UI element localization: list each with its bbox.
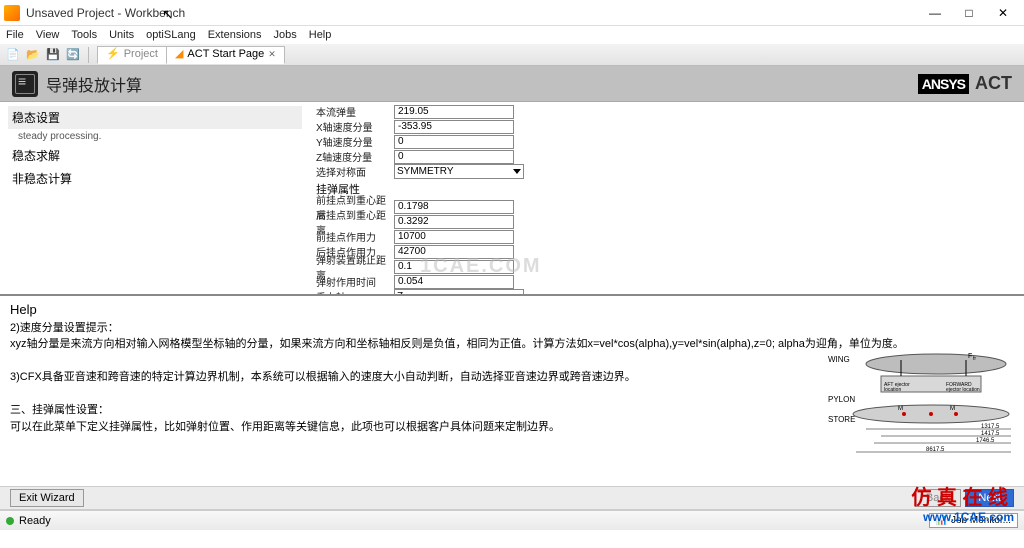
menubar: File View Tools Units optiSLang Extensio… — [0, 26, 1024, 44]
lbl-gravity-axis: 重力轴 — [316, 289, 394, 294]
close-button[interactable]: ✕ — [986, 2, 1020, 24]
lbl-front-force: 前挂点作用力 — [316, 229, 394, 244]
site-cn: 仿 真 在 线 — [911, 487, 1008, 509]
inp-vy[interactable] — [394, 135, 514, 149]
diag-wing-label: WING — [828, 355, 850, 364]
menu-extensions[interactable]: Extensions — [208, 29, 262, 41]
statusbar: Ready 📊 Job Monitor... — [0, 510, 1024, 530]
status-dot-icon — [6, 517, 14, 525]
page-title: 导弹投放计算 — [46, 72, 918, 96]
status-ready: Ready — [19, 515, 51, 527]
inp-vz[interactable] — [394, 150, 514, 164]
main-content: 稳态设置 steady processing. 稳态求解 非稳态计算 本流弹量 … — [0, 102, 1024, 296]
nav-steady-solve[interactable]: 稳态求解 — [8, 144, 302, 167]
svg-text:location: location — [884, 387, 901, 393]
menu-file[interactable]: File — [6, 29, 24, 41]
menu-view[interactable]: View — [36, 29, 60, 41]
diag-pylon-label: PYLON — [828, 395, 855, 404]
tab-act-label: ACT Start Page — [187, 47, 264, 62]
svg-text:M: M — [950, 406, 955, 412]
nav-steady-sub: steady processing. — [8, 129, 302, 144]
lbl-vy: Y轴速度分量 — [316, 134, 394, 149]
diag-store-label: STORE — [828, 415, 855, 424]
left-nav: 稳态设置 steady processing. 稳态求解 非稳态计算 — [0, 102, 310, 294]
lbl-vz: Z轴速度分量 — [316, 149, 394, 164]
chevron-down-icon — [513, 169, 521, 174]
inp-vx[interactable] — [394, 120, 514, 134]
menu-units[interactable]: Units — [109, 29, 134, 41]
brand: ANSYS ACT — [918, 73, 1012, 94]
svg-text:M: M — [898, 406, 903, 412]
tab-project-icon: ⚡ — [106, 47, 120, 62]
help-panel: Help 2)速度分量设置提示： xyz轴分量是来流方向相对输入网格模型坐标轴的… — [0, 296, 1024, 486]
sel-gravity-axis[interactable]: Z — [394, 289, 524, 294]
toolbar: 📄 📂 💾 🔄 ⚡ Project ◢ ACT Start Page ✕ — [0, 44, 1024, 66]
window-title: Unsaved Project - Workbench — [26, 6, 918, 20]
nav-unsteady-calc[interactable]: 非稳态计算 — [8, 167, 302, 190]
inp-eject-time[interactable] — [394, 275, 514, 289]
site-url: www.1CAE.com — [911, 510, 1014, 524]
calculator-icon — [12, 71, 38, 97]
inp-front-dist[interactable] — [394, 200, 514, 214]
wizard-footer: Exit Wizard Back Next — [0, 486, 1024, 510]
inp-rear-force[interactable] — [394, 245, 514, 259]
app-header: 导弹投放计算 ANSYS ACT — [0, 66, 1024, 102]
svg-text:F: F — [968, 353, 972, 360]
nav-steady-settings[interactable]: 稳态设置 — [8, 106, 302, 129]
missile-diagram: WING PYLON AFT ejector location FORWARD … — [826, 344, 1016, 464]
sel-symmetry[interactable]: SYMMETRY — [394, 164, 524, 179]
lbl-flow: 本流弹量 — [316, 104, 394, 119]
dim4: 8617.5 — [926, 447, 945, 453]
dim1: 1317.5 — [981, 424, 1000, 430]
tab-act-start[interactable]: ◢ ACT Start Page ✕ — [166, 46, 285, 64]
menu-help[interactable]: Help — [309, 29, 332, 41]
dim2: 1417.5 — [981, 431, 1000, 437]
open-icon[interactable]: 📂 — [24, 46, 42, 64]
save-icon[interactable]: 💾 — [44, 46, 62, 64]
tab-project[interactable]: ⚡ Project — [97, 46, 167, 64]
help-line1: 2)速度分量设置提示： — [10, 320, 1014, 337]
dim3: 1746.5 — [976, 438, 995, 444]
maximize-button[interactable]: □ — [952, 2, 986, 24]
act-label: ACT — [975, 73, 1012, 94]
menu-jobs[interactable]: Jobs — [274, 29, 297, 41]
exit-wizard-button[interactable]: Exit Wizard — [10, 489, 84, 507]
inp-rear-dist[interactable] — [394, 215, 514, 229]
inp-front-force[interactable] — [394, 230, 514, 244]
menu-optislang[interactable]: optiSLang — [146, 29, 196, 41]
minimize-button[interactable]: — — [918, 2, 952, 24]
separator — [88, 47, 89, 63]
lbl-sym: 选择对称面 — [316, 164, 394, 179]
lbl-eject-time: 弹射作用时间 — [316, 274, 394, 289]
tabset: ⚡ Project ◢ ACT Start Page ✕ — [97, 46, 284, 64]
ansys-logo: ANSYS — [918, 74, 969, 94]
new-icon[interactable]: 📄 — [4, 46, 22, 64]
inp-eject-dist[interactable] — [394, 260, 514, 274]
app-logo-icon — [4, 5, 20, 21]
lbl-vx: X轴速度分量 — [316, 119, 394, 134]
help-title: Help — [10, 300, 1014, 320]
titlebar: Unsaved Project - Workbench — □ ✕ — [0, 0, 1024, 26]
svg-text:ejector location: ejector location — [946, 387, 980, 393]
tab-act-icon: ◢ — [175, 47, 183, 62]
inp-flow[interactable] — [394, 105, 514, 119]
refresh-icon[interactable]: 🔄 — [64, 46, 82, 64]
tab-project-label: Project — [124, 47, 158, 62]
sel-symmetry-value: SYMMETRY — [397, 166, 454, 177]
menu-tools[interactable]: Tools — [71, 29, 97, 41]
form-area: 本流弹量 X轴速度分量 Y轴速度分量 Z轴速度分量 选择对称面SYMMETRY … — [310, 102, 1024, 294]
tab-close-icon[interactable]: ✕ — [268, 47, 276, 62]
svg-text:fr: fr — [973, 356, 976, 362]
site-watermark: 仿 真 在 线 www.1CAE.com — [911, 481, 1014, 524]
sel-gravity-value: Z — [397, 291, 403, 294]
section-missile-props: 挂弹属性 — [316, 179, 1018, 199]
